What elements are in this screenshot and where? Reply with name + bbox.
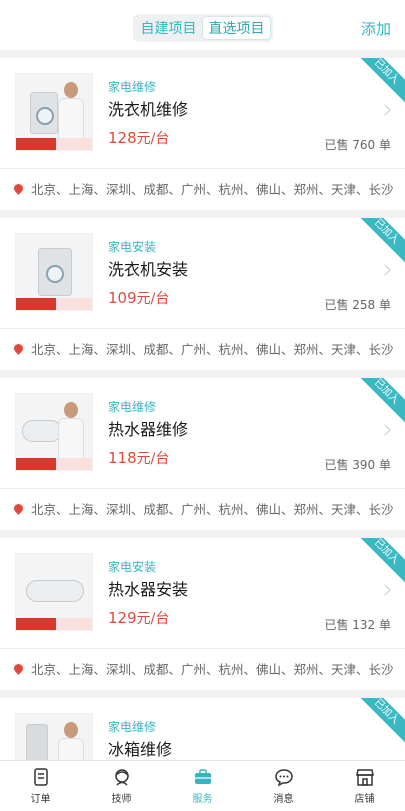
product-thumbnail — [15, 393, 93, 471]
item-category: 家电维修 — [108, 80, 157, 94]
message-icon — [274, 769, 293, 787]
service-cities: 北京、上海、深圳、成都、广州、杭州、佛山、郑州、天津、长沙、 — [14, 658, 394, 678]
card-main[interactable]: 家电维修 热水器维修 118元/台 已售 390 单 已加入 — [0, 378, 405, 488]
tab-store[interactable]: 店铺 — [324, 761, 405, 811]
item-title: 热水器安装 — [108, 580, 189, 599]
tab-label: 店铺 — [354, 794, 375, 805]
tab-label: 服务 — [192, 794, 213, 805]
chevron-right-icon — [379, 584, 391, 596]
tab-messages[interactable]: 消息 — [243, 761, 324, 811]
tab-orders[interactable]: 订单 — [0, 761, 81, 811]
added-badge: 已加入 — [348, 538, 405, 590]
service-card[interactable]: 家电安装 热水器安装 129元/台 已售 132 单 已加入 北京、上海、深圳、… — [0, 538, 405, 690]
product-thumbnail — [15, 233, 93, 311]
service-card[interactable]: 家电维修 洗衣机维修 128元/台 已售 760 单 已加入 北京、上海、深圳、… — [0, 58, 405, 210]
project-segmented-control: 自建项目 直选项目 — [133, 14, 273, 42]
technician-image — [56, 722, 86, 760]
tab-label: 订单 — [30, 794, 51, 805]
item-title: 洗衣机维修 — [108, 100, 189, 119]
chevron-right-icon — [379, 264, 391, 276]
technician-image — [56, 82, 86, 140]
service-toolbox-icon — [194, 769, 211, 784]
added-badge: 已加入 — [348, 698, 405, 750]
tab-label: 消息 — [273, 794, 294, 805]
bottom-tab-bar: 订单 技师 服务 消息 店铺 — [0, 760, 405, 811]
item-price: 109元/台 — [108, 289, 170, 307]
water-heater-image — [26, 580, 84, 602]
add-button[interactable]: 添加 — [361, 18, 391, 39]
item-title: 热水器维修 — [108, 420, 189, 439]
item-sold-count: 已售 132 单 — [324, 618, 391, 632]
card-main[interactable]: 家电维修 洗衣机维修 128元/台 已售 760 单 已加入 — [0, 58, 405, 168]
item-title: 洗衣机安装 — [108, 260, 189, 279]
added-badge: 已加入 — [348, 218, 405, 270]
product-thumbnail — [15, 553, 93, 631]
tab-technicians[interactable]: 技师 — [81, 761, 162, 811]
service-card[interactable]: 家电维修 热水器维修 118元/台 已售 390 单 已加入 北京、上海、深圳、… — [0, 378, 405, 530]
top-header: 自建项目 直选项目 添加 — [0, 0, 405, 50]
segment-direct-select[interactable]: 直选项目 — [202, 16, 271, 40]
added-badge: 已加入 — [348, 58, 405, 110]
product-thumbnail — [15, 713, 93, 760]
item-category: 家电安装 — [108, 560, 157, 574]
card-main[interactable]: 家电安装 洗衣机安装 109元/台 已售 258 单 已加入 — [0, 218, 405, 328]
location-pin-icon — [14, 341, 25, 355]
location-pin-icon — [14, 181, 25, 195]
service-card[interactable]: 家电安装 洗衣机安装 109元/台 已售 258 单 已加入 北京、上海、深圳、… — [0, 218, 405, 370]
tab-service[interactable]: 服务 — [162, 761, 243, 811]
technician-image — [56, 402, 86, 460]
item-sold-count: 已售 390 单 — [324, 458, 391, 472]
store-icon — [355, 769, 374, 786]
service-cities: 北京、上海、深圳、成都、广州、杭州、佛山、郑州、天津、长沙、 — [14, 178, 394, 198]
service-list: 家电维修 洗衣机维修 128元/台 已售 760 单 已加入 北京、上海、深圳、… — [0, 58, 405, 760]
location-pin-icon — [14, 661, 25, 675]
washer-image — [38, 248, 72, 296]
item-sold-count: 已售 760 单 — [324, 138, 391, 152]
service-cities: 北京、上海、深圳、成都、广州、杭州、佛山、郑州、天津、长沙、 — [14, 338, 394, 358]
item-price: 118元/台 — [108, 449, 170, 467]
location-pin-icon — [14, 501, 25, 515]
tab-label: 技师 — [111, 794, 132, 805]
order-icon — [33, 768, 48, 786]
item-title: 冰箱维修 — [108, 740, 173, 759]
technician-icon — [114, 769, 129, 786]
fridge-image — [26, 724, 48, 760]
segment-self-built[interactable]: 自建项目 — [135, 16, 202, 40]
item-category: 家电维修 — [108, 400, 157, 414]
product-thumbnail — [15, 73, 93, 151]
item-price: 128元/台 — [108, 129, 170, 147]
item-sold-count: 已售 258 单 — [324, 298, 391, 312]
item-price: 129元/台 — [108, 609, 170, 627]
card-main[interactable]: 家电安装 热水器安装 129元/台 已售 132 单 已加入 — [0, 538, 405, 648]
service-cities: 北京、上海、深圳、成都、广州、杭州、佛山、郑州、天津、长沙、 — [14, 498, 394, 518]
item-category: 家电安装 — [108, 240, 157, 254]
chevron-right-icon — [379, 104, 391, 116]
added-badge: 已加入 — [348, 378, 405, 430]
item-category: 家电维修 — [108, 720, 157, 734]
washer-image — [30, 92, 58, 134]
chevron-right-icon — [379, 424, 391, 436]
card-main[interactable]: 家电维修 冰箱维修 已加入 — [0, 698, 405, 760]
service-card[interactable]: 家电维修 冰箱维修 已加入 — [0, 698, 405, 760]
